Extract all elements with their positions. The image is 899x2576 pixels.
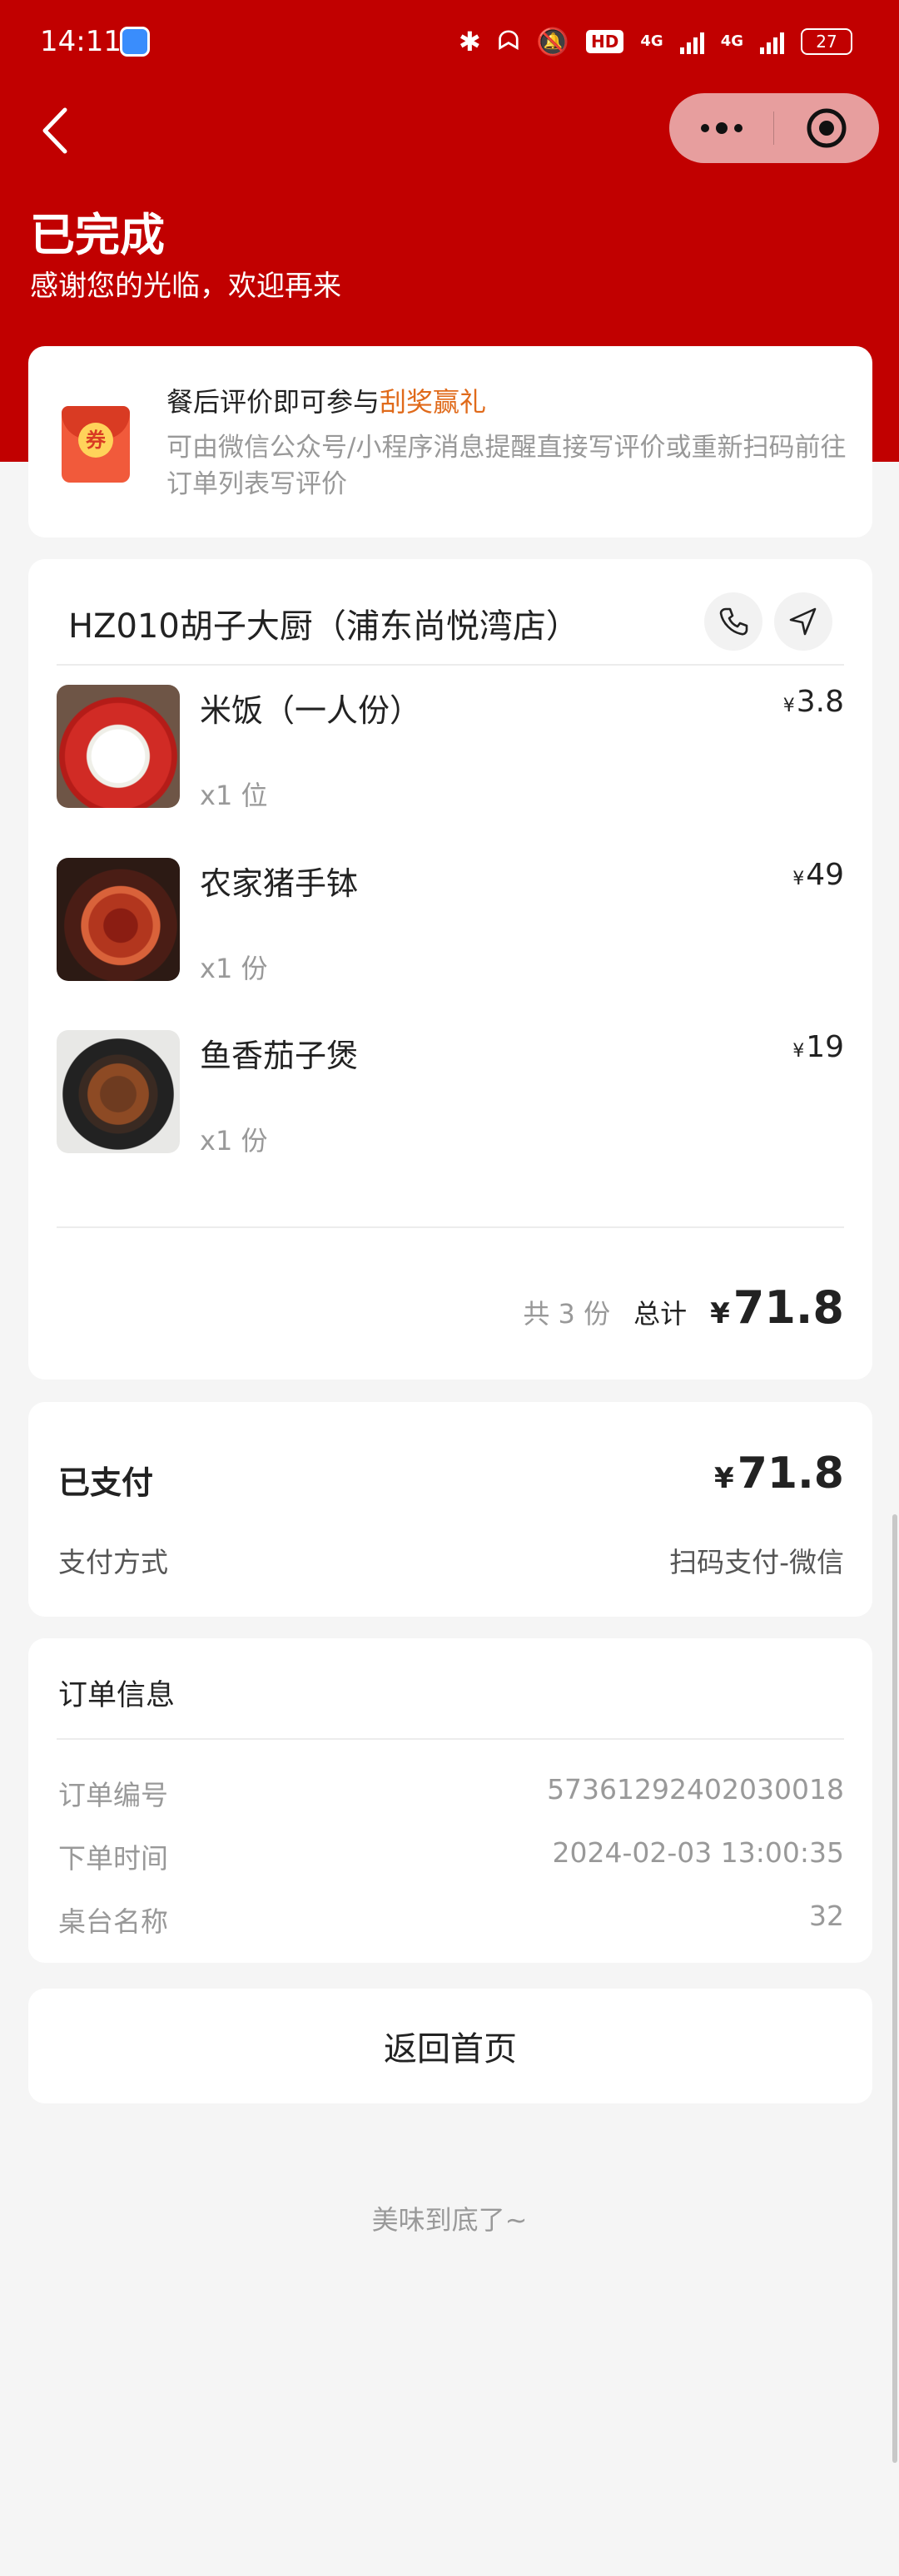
- item-price-value: 19: [806, 1030, 844, 1064]
- order-number-row: 订单编号 57361292402030018: [58, 1773, 844, 1813]
- total-amount: ¥71.8: [710, 1281, 844, 1334]
- total-value: 71.8: [733, 1281, 844, 1334]
- battery-icon: 27: [801, 27, 852, 55]
- review-highlight-link[interactable]: 刮奖赢礼: [380, 386, 486, 418]
- more-dots-icon: [700, 122, 743, 134]
- currency-symbol: ¥: [792, 869, 805, 889]
- more-button[interactable]: [669, 93, 773, 163]
- currency-symbol: ¥: [710, 1297, 730, 1330]
- order-items-card: HZ010胡子大厨（浦东尚悦湾店） 米饭（一人份） x1 位 ¥3.8 农家猪手…: [28, 559, 872, 1380]
- scrollbar[interactable]: [892, 1514, 897, 2463]
- order-time-row: 下单时间 2024-02-03 13:00:35: [58, 1836, 844, 1876]
- hd-badge: HD: [586, 29, 624, 53]
- pork-knuckle-thumbnail: [57, 858, 180, 981]
- network-label-1: 4G: [640, 32, 663, 50]
- paid-amount-value: 71.8: [737, 1449, 844, 1499]
- store-name: HZ010胡子大厨（浦东尚悦湾店）: [68, 607, 579, 646]
- coupon-icon: 券: [62, 406, 130, 483]
- call-store-button[interactable]: [704, 592, 762, 651]
- item-quantity: x1 份: [200, 953, 268, 984]
- back-arrow-icon: [42, 107, 67, 154]
- item-name: 鱼香茄子煲: [200, 1038, 359, 1074]
- mute-icon: 🔕: [536, 25, 570, 57]
- payment-method-label: 支付方式: [58, 1546, 168, 1578]
- item-name: 米饭（一人份）: [200, 692, 422, 729]
- signal-icon-2: [760, 29, 784, 54]
- earbuds-icon: ᗣ: [497, 25, 520, 57]
- order-item: 农家猪手钵 x1 份 ¥49: [57, 858, 844, 984]
- item-price: ¥49: [792, 858, 844, 892]
- currency-symbol: ¥: [714, 1462, 734, 1495]
- item-count: 共 3 份: [523, 1298, 611, 1330]
- status-time: 14:11: [40, 25, 122, 58]
- eggplant-pot-thumbnail: [57, 1030, 180, 1153]
- items-divider: [57, 1226, 844, 1228]
- currency-symbol: ¥: [782, 696, 795, 716]
- total-label: 总计: [633, 1298, 688, 1330]
- status-bar: 14:11 ✱ ᗣ 🔕 HD 4G 4G 27: [0, 0, 899, 83]
- review-promo-card[interactable]: 券 餐后评价即可参与刮奖赢礼 可由微信公众号/小程序消息提醒直接写评价或重新扫码…: [28, 346, 872, 537]
- rice-thumbnail: [57, 685, 180, 808]
- review-title: 餐后评价即可参与刮奖赢礼: [166, 381, 486, 419]
- review-title-prefix: 餐后评价即可参与: [166, 386, 380, 418]
- order-item: 米饭（一人份） x1 位 ¥3.8: [57, 685, 844, 811]
- item-price-value: 3.8: [796, 685, 844, 719]
- payment-method-value: 扫码支付-微信: [669, 1546, 844, 1578]
- info-value: 57361292402030018: [547, 1773, 844, 1806]
- navigate-store-button[interactable]: [774, 592, 832, 651]
- end-of-page-note: 美味到底了~: [371, 2204, 528, 2236]
- item-price: ¥19: [792, 1030, 844, 1064]
- notification-app-icon: [120, 27, 150, 57]
- payment-card: 已支付 ¥71.8 支付方式 扫码支付-微信: [28, 1402, 872, 1617]
- miniprogram-capsule: [669, 93, 879, 163]
- phone-icon: [719, 607, 748, 636]
- item-quantity: x1 份: [200, 1125, 268, 1157]
- page-subtitle: 感谢您的光临，欢迎再来: [30, 270, 341, 303]
- order-info-title: 订单信息: [58, 1679, 176, 1712]
- network-label-2: 4G: [720, 32, 743, 50]
- navigation-arrow-icon: [789, 607, 817, 636]
- close-miniprogram-button[interactable]: [774, 93, 879, 163]
- order-item: 鱼香茄子煲 x1 份 ¥19: [57, 1030, 844, 1157]
- item-quantity: x1 位: [200, 780, 268, 811]
- info-value: 2024-02-03 13:00:35: [552, 1836, 844, 1869]
- page-title: 已完成: [30, 209, 165, 261]
- order-total-row: 共 3 份 总计 ¥71.8: [523, 1281, 844, 1334]
- status-indicators: ✱ ᗣ 🔕 HD 4G 4G 27: [459, 25, 852, 57]
- target-circle-icon: [807, 108, 847, 148]
- order-detail-page: 14:11 ✱ ᗣ 🔕 HD 4G 4G 27 已完成 感谢您的光临，欢迎再来 …: [0, 0, 899, 2576]
- info-label: 桌台名称: [58, 1905, 168, 1938]
- payment-status: 已支付: [58, 1464, 154, 1501]
- currency-symbol: ¥: [792, 1041, 805, 1062]
- info-label: 订单编号: [58, 1779, 168, 1811]
- paid-amount: ¥71.8: [714, 1449, 844, 1499]
- signal-icon: [679, 29, 704, 54]
- bluetooth-icon: ✱: [458, 25, 481, 57]
- review-description: 可由微信公众号/小程序消息提醒直接写评价或重新扫码前往订单列表写评价: [166, 433, 847, 499]
- item-price-value: 49: [806, 858, 844, 892]
- order-info-card: 订单信息 订单编号 57361292402030018 下单时间 2024-02…: [28, 1638, 872, 1963]
- info-value: 32: [809, 1900, 844, 1932]
- info-divider: [57, 1738, 844, 1740]
- table-name-row: 桌台名称 32: [58, 1900, 844, 1939]
- coupon-seal: 券: [78, 423, 113, 458]
- store-divider: [57, 664, 844, 666]
- item-name: 农家猪手钵: [200, 865, 359, 902]
- info-label: 下单时间: [58, 1842, 168, 1875]
- back-home-button[interactable]: 返回首页: [28, 1989, 872, 2103]
- item-price: ¥3.8: [783, 685, 844, 719]
- back-button[interactable]: [33, 102, 83, 160]
